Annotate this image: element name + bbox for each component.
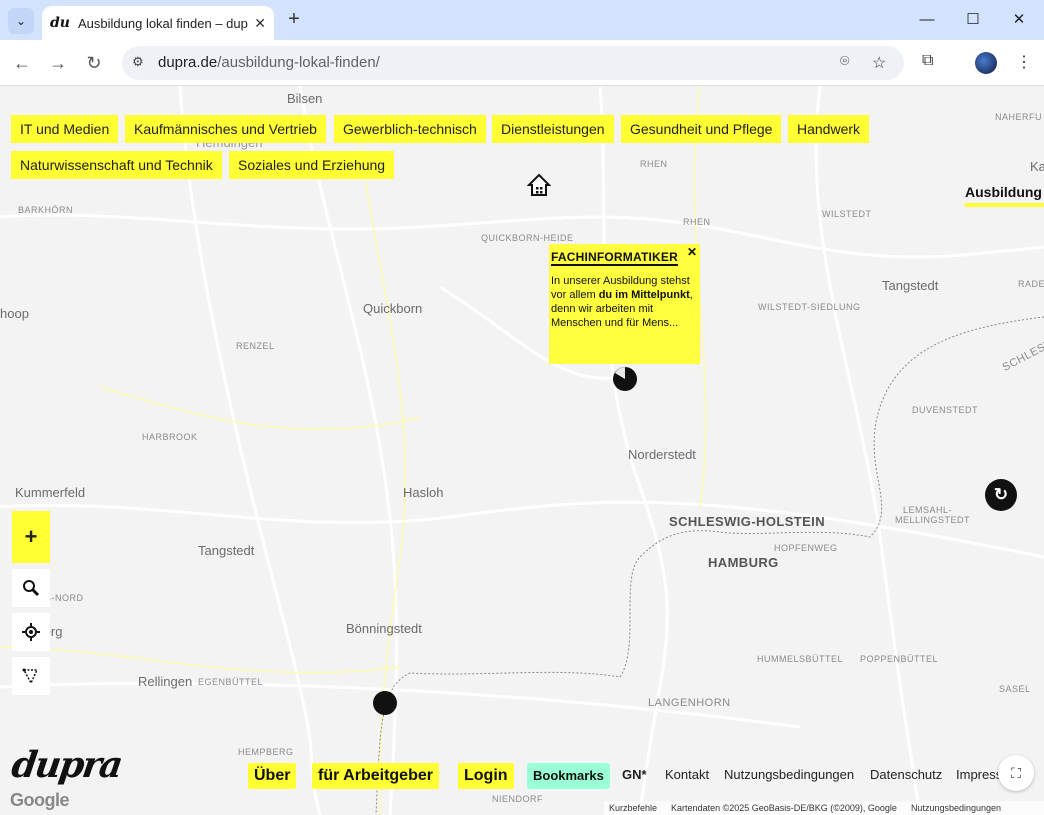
place-label: POPPENBÜTTEL: [860, 654, 939, 664]
place-label: Ka: [1030, 159, 1044, 174]
uber-button[interactable]: Über: [248, 763, 297, 789]
popup-title[interactable]: FACHINFORMATIKER: [551, 250, 678, 266]
place-label: Norderstedt: [628, 447, 696, 462]
maximize-button[interactable]: ☐: [958, 8, 988, 32]
category-button-naturwissenschaft[interactable]: Naturwissenschaft und Technik: [11, 151, 222, 179]
login-button[interactable]: Login: [458, 763, 514, 789]
category-button-handwerk[interactable]: Handwerk: [788, 115, 870, 143]
map-attribution: Kurzbefehle Kartendaten ©2025 GeoBasis-D…: [604, 801, 1044, 815]
map[interactable]: Bilsen Hemdingen BARKHÖRN QUICKBORN-HEID…: [0, 87, 1044, 815]
locate-me-icon[interactable]: [12, 613, 50, 651]
site-info-icon[interactable]: ⚙: [132, 54, 150, 72]
category-button-soziales[interactable]: Soziales und Erziehung: [229, 151, 395, 179]
popup-description: In unserer Ausbildung stehst vor allem d…: [551, 275, 693, 329]
place-label: RHEN: [640, 159, 668, 169]
shortcuts-link[interactable]: Kurzbefehle: [609, 801, 657, 815]
dupra-favicon-icon: du: [50, 15, 70, 31]
place-label: LEMSAHL-: [903, 505, 953, 515]
place-label: Hasloh: [403, 485, 444, 500]
place-label: Tangstedt: [882, 278, 939, 293]
tab-search-button[interactable]: ⌄: [8, 8, 34, 34]
place-label: EGENBÜTTEL: [198, 677, 264, 687]
fullscreen-icon[interactable]: ⛶: [998, 755, 1034, 791]
place-label: RENZEL: [236, 341, 275, 351]
browser-toolbar: ← → ↻ ⚙ dupra.de/ausbildung-lokal-finden…: [0, 40, 1044, 86]
minimize-button[interactable]: —: [912, 8, 942, 32]
search-zoom-icon[interactable]: [12, 569, 50, 607]
place-label: Tangstedt: [198, 543, 255, 558]
bookmark-star-icon[interactable]: ☆: [872, 53, 886, 73]
close-icon[interactable]: ✕: [254, 15, 266, 32]
category-button-gewerblich[interactable]: Gewerblich-technisch: [334, 115, 486, 143]
new-tab-button[interactable]: +: [282, 8, 306, 32]
place-label: Kummerfeld: [15, 485, 86, 500]
google-logo: Google: [10, 790, 70, 810]
place-label: Bönningstedt: [346, 621, 422, 636]
place-label: Bilsen: [287, 91, 323, 106]
map-roads: [0, 87, 1044, 815]
draw-area-icon[interactable]: [12, 657, 50, 695]
place-label: RADE: [1018, 279, 1044, 289]
location-pin-icon[interactable]: ⌾: [840, 53, 850, 71]
place-label: BARKHÖRN: [18, 205, 74, 215]
gn-link[interactable]: GN*: [622, 767, 647, 782]
refresh-icon[interactable]: ↻: [985, 479, 1017, 511]
category-button-it-medien[interactable]: IT und Medien: [11, 115, 119, 143]
place-label: Quickborn: [363, 301, 423, 316]
place-label: Rellingen: [138, 674, 193, 689]
tab-title: Ausbildung lokal finden – dupra: [78, 15, 248, 31]
popup-close-icon[interactable]: ✕: [687, 245, 697, 259]
zoom-in-button[interactable]: +: [12, 511, 50, 563]
map-data-text: Kartendaten ©2025 GeoBasis-DE/BKG (©2009…: [671, 803, 897, 813]
browser-tabbar: ⌄ du Ausbildung lokal finden – dupra ✕ +…: [0, 0, 1044, 40]
address-bar[interactable]: ⚙ dupra.de/ausbildung-lokal-finden/ ⌾ ☆: [122, 46, 904, 80]
place-label: LANGENHORN: [648, 697, 731, 709]
datenschutz-link[interactable]: Datenschutz: [870, 767, 942, 782]
place-label: HOPFENWEG: [774, 543, 838, 553]
category-button-dienstleistungen[interactable]: Dienstleistungen: [492, 115, 614, 143]
place-label: hoop: [0, 306, 29, 321]
place-label: QUICKBORN-HEIDE: [481, 233, 574, 243]
menu-dots-icon[interactable]: ⋮: [1016, 52, 1032, 72]
forward-button[interactable]: →: [46, 51, 70, 75]
url-text[interactable]: dupra.de/ausbildung-lokal-finden/: [158, 54, 380, 71]
kontakt-link[interactable]: Kontakt: [665, 767, 709, 782]
map-marker[interactable]: [373, 691, 397, 715]
place-label: DUVENSTEDT: [912, 405, 979, 415]
place-label: WILSTEDT-SIEDLUNG: [758, 302, 861, 312]
nutzungsbedingungen-link[interactable]: Nutzungsbedingungen: [724, 767, 854, 782]
place-label: SCHLESWIG-HOLSTEIN: [669, 514, 825, 529]
profile-avatar[interactable]: [975, 52, 997, 74]
place-label: HAMBURG: [708, 555, 779, 570]
extensions-icon[interactable]: ⧉: [922, 52, 933, 70]
place-label: MELLINGSTEDT: [895, 515, 971, 525]
terms-link[interactable]: Nutzungsbedingungen: [911, 801, 1001, 815]
chevron-down-icon: ⌄: [15, 14, 27, 28]
bookmarks-button[interactable]: Bookmarks: [527, 763, 610, 789]
arbeitgeber-button[interactable]: für Arbeitgeber: [312, 763, 439, 789]
home-icon[interactable]: [527, 173, 551, 197]
place-label: RHEN: [683, 217, 711, 227]
back-button[interactable]: ←: [10, 51, 34, 75]
place-label: NIENDORF: [492, 794, 543, 804]
job-popup[interactable]: FACHINFORMATIKER ✕ In unserer Ausbildung…: [549, 244, 700, 364]
ausbildung-tab[interactable]: Ausbildung: [965, 184, 1044, 207]
place-label: WILSTEDT: [822, 209, 872, 219]
place-label: HUMMELSBÜTTEL: [757, 654, 844, 664]
dupra-logo[interactable]: dupra: [9, 744, 124, 786]
place-label: HEMPBERG: [238, 747, 294, 757]
reload-button[interactable]: ↻: [82, 51, 106, 75]
window-close-button[interactable]: ✕: [1004, 8, 1034, 32]
place-label: HARBROOK: [142, 432, 198, 442]
category-button-gesundheit[interactable]: Gesundheit und Pflege: [621, 115, 782, 143]
category-button-kaufmaennisch[interactable]: Kaufmännisches und Vertrieb: [125, 115, 326, 143]
place-label: NAHERFU: [995, 112, 1043, 122]
browser-tab[interactable]: du Ausbildung lokal finden – dupra ✕: [42, 6, 274, 40]
map-marker-cluster[interactable]: [612, 366, 638, 392]
place-label: SASEL: [999, 684, 1031, 694]
